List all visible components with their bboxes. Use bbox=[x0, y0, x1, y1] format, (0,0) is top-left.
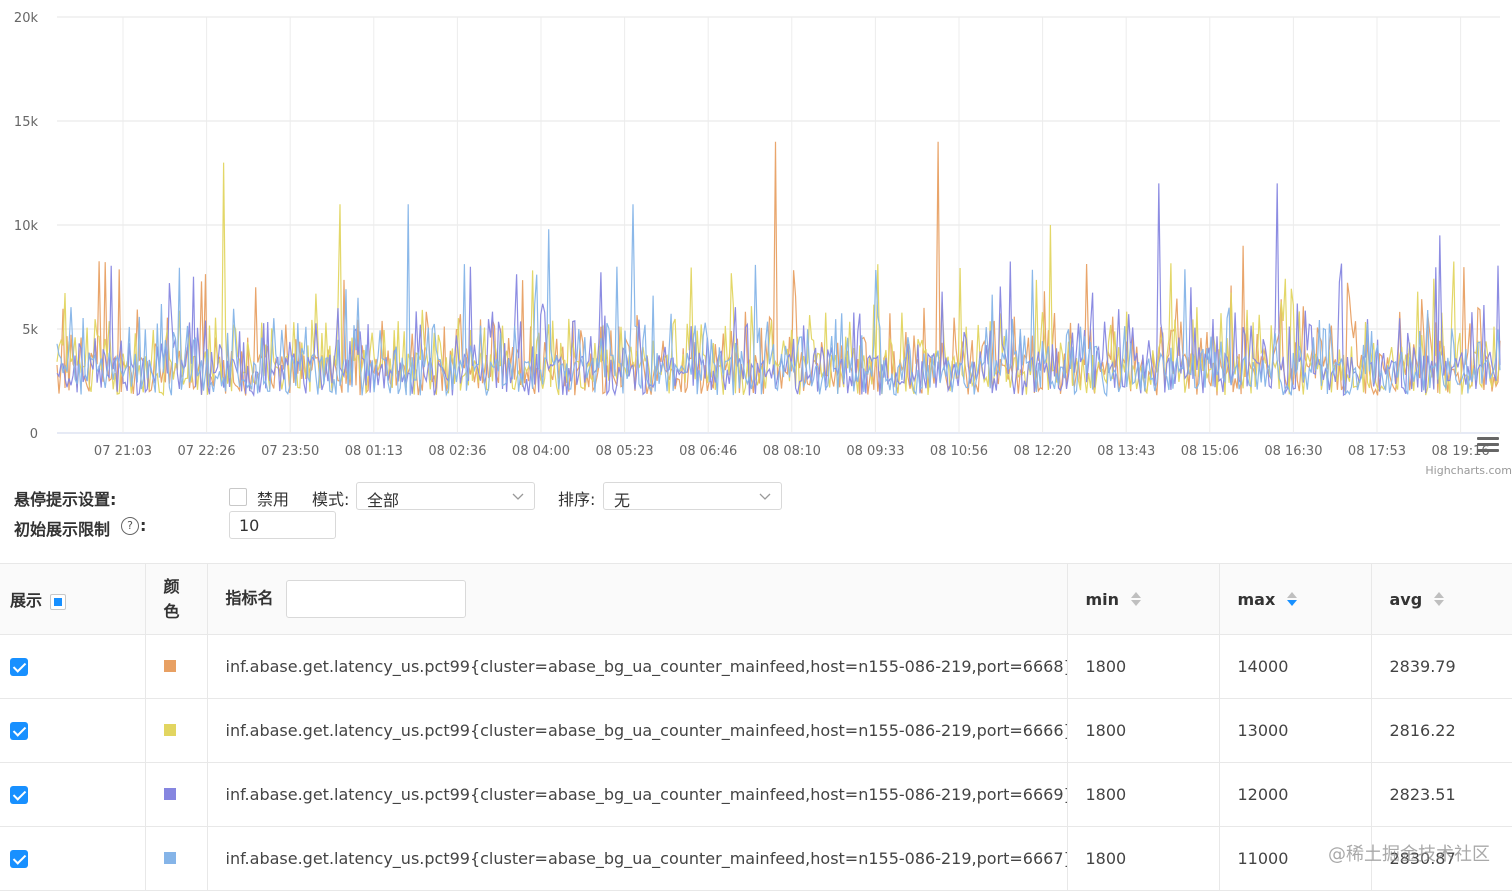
watermark: @稀土掘金技术社区 bbox=[1328, 844, 1490, 865]
sort-select-value: 无 bbox=[614, 491, 631, 510]
y-tick-label: 15k bbox=[14, 115, 39, 130]
table-row: inf.abase.get.latency_us.pct99{cluster=a… bbox=[0, 634, 1512, 699]
metric-name-filter-input[interactable] bbox=[285, 580, 466, 618]
row-metric-name: inf.abase.get.latency_us.pct99{cluster=a… bbox=[207, 698, 1068, 763]
x-tick-label: 08 02:36 bbox=[428, 444, 486, 459]
color-swatch bbox=[163, 724, 176, 736]
series-line bbox=[56, 183, 1501, 398]
header-show-label: 展示 bbox=[10, 591, 43, 610]
x-tick-label: 08 01:13 bbox=[345, 444, 403, 459]
y-tick-label: 10k bbox=[14, 219, 39, 234]
header-avg-label: avg bbox=[1389, 589, 1423, 609]
row-metric-name: inf.abase.get.latency_us.pct99{cluster=a… bbox=[207, 826, 1068, 891]
header-color-label-1: 颜 bbox=[163, 577, 180, 596]
color-swatch bbox=[163, 852, 176, 864]
row-show-cell bbox=[0, 762, 146, 827]
disable-label: 禁用 bbox=[257, 490, 290, 509]
chevron-down-icon bbox=[512, 493, 524, 500]
select-all-checkbox[interactable] bbox=[50, 593, 67, 610]
display-limit-label: 初始展示限制 bbox=[14, 520, 111, 539]
row-max: 12000 bbox=[1219, 762, 1372, 827]
header-max[interactable]: max bbox=[1219, 563, 1372, 635]
row-show-cell bbox=[0, 826, 146, 891]
row-show-cell bbox=[0, 698, 146, 763]
x-tick-label: 08 13:43 bbox=[1097, 444, 1155, 459]
y-tick-label: 20k bbox=[14, 11, 39, 26]
help-icon[interactable]: ? bbox=[121, 517, 139, 535]
x-tick-label: 08 04:00 bbox=[512, 444, 570, 459]
latency-chart: 20k 15k 10k 5k 0 07 21:03 07 22:26 07 23:50 08 0… bbox=[0, 0, 1512, 480]
x-tick-label: 08 08:10 bbox=[763, 444, 821, 459]
mode-label: 模式: bbox=[312, 490, 350, 509]
table-row: inf.abase.get.latency_us.pct99{cluster=a… bbox=[0, 762, 1512, 827]
x-tick-label: 07 22:26 bbox=[178, 444, 236, 459]
display-limit-colon: : bbox=[140, 516, 147, 535]
row-color-cell bbox=[145, 762, 208, 827]
header-name-label: 指标名 bbox=[225, 588, 274, 608]
row-min: 1800 bbox=[1067, 698, 1220, 763]
row-metric-name: inf.abase.get.latency_us.pct99{cluster=a… bbox=[207, 762, 1068, 827]
x-tick-label: 08 16:30 bbox=[1264, 444, 1322, 459]
row-show-cell bbox=[0, 634, 146, 699]
sort-icon[interactable] bbox=[1131, 592, 1142, 606]
table-row: inf.abase.get.latency_us.pct99{cluster=a… bbox=[0, 698, 1512, 763]
mode-select-value: 全部 bbox=[367, 491, 400, 510]
sort-desc-icon[interactable] bbox=[1287, 592, 1298, 606]
x-tick-label: 08 12:20 bbox=[1014, 444, 1072, 459]
x-tick-label: 07 23:50 bbox=[261, 444, 319, 459]
highcharts-credits[interactable]: Highcharts.com bbox=[1425, 464, 1512, 477]
color-swatch bbox=[163, 660, 176, 672]
header-show: 展示 bbox=[0, 563, 146, 635]
x-tick-label: 08 09:33 bbox=[846, 444, 904, 459]
row-min: 1800 bbox=[1067, 826, 1220, 891]
chevron-down-icon bbox=[759, 493, 771, 500]
row-show-checkbox[interactable] bbox=[10, 658, 28, 677]
row-min: 1800 bbox=[1067, 634, 1220, 699]
header-name: 指标名 bbox=[207, 563, 1068, 635]
row-color-cell bbox=[145, 698, 208, 763]
header-max-label: max bbox=[1237, 589, 1276, 609]
chart-menu-icon[interactable] bbox=[1477, 437, 1499, 453]
x-tick-label: 08 17:53 bbox=[1348, 444, 1406, 459]
mode-select[interactable]: 全部 bbox=[356, 482, 535, 510]
row-max: 14000 bbox=[1219, 634, 1372, 699]
sort-icon[interactable] bbox=[1434, 592, 1445, 606]
row-avg: 2816.22 bbox=[1371, 698, 1512, 763]
sort-select[interactable]: 无 bbox=[603, 482, 782, 510]
header-avg[interactable]: avg bbox=[1371, 563, 1512, 635]
row-color-cell bbox=[145, 826, 208, 891]
row-avg: 2839.79 bbox=[1371, 634, 1512, 699]
row-min: 1800 bbox=[1067, 762, 1220, 827]
x-tick-label: 08 05:23 bbox=[596, 444, 654, 459]
table-row: inf.abase.get.latency_us.pct99{cluster=a… bbox=[0, 826, 1512, 891]
y-tick-label: 0 bbox=[30, 427, 38, 442]
row-show-checkbox[interactable] bbox=[10, 786, 28, 805]
row-show-checkbox[interactable] bbox=[10, 722, 28, 741]
display-limit-input[interactable] bbox=[229, 511, 336, 539]
hover-settings-label: 悬停提示设置: bbox=[14, 490, 117, 509]
row-metric-name: inf.abase.get.latency_us.pct99{cluster=a… bbox=[207, 634, 1068, 699]
row-avg: 2823.51 bbox=[1371, 762, 1512, 827]
row-max: 13000 bbox=[1219, 698, 1372, 763]
sort-label: 排序: bbox=[558, 490, 596, 509]
header-min[interactable]: min bbox=[1067, 563, 1220, 635]
header-min-label: min bbox=[1085, 589, 1120, 609]
metrics-table: 展示 颜 色 指标名 min max avg inf.abase.get.lat… bbox=[0, 563, 1512, 891]
x-tick-label: 08 10:56 bbox=[930, 444, 988, 459]
header-color: 颜 色 bbox=[145, 563, 208, 635]
disable-checkbox[interactable] bbox=[229, 488, 247, 506]
header-color-label-2: 色 bbox=[163, 602, 180, 621]
x-tick-label: 08 15:06 bbox=[1181, 444, 1239, 459]
hover-settings-panel: 悬停提示设置: 禁用 模式: 全部 排序: 无 初始展示限制 ? : bbox=[0, 480, 1512, 560]
y-tick-label: 5k bbox=[22, 323, 38, 338]
row-color-cell bbox=[145, 634, 208, 699]
table-header-row: 展示 颜 色 指标名 min max avg bbox=[0, 563, 1512, 635]
color-swatch bbox=[163, 788, 176, 800]
chart-svg: 20k 15k 10k 5k 0 07 21:03 07 22:26 07 23:50 08 0… bbox=[14, 11, 1501, 459]
row-show-checkbox[interactable] bbox=[10, 850, 28, 869]
x-tick-label: 07 21:03 bbox=[94, 444, 152, 459]
x-tick-label: 08 06:46 bbox=[679, 444, 737, 459]
